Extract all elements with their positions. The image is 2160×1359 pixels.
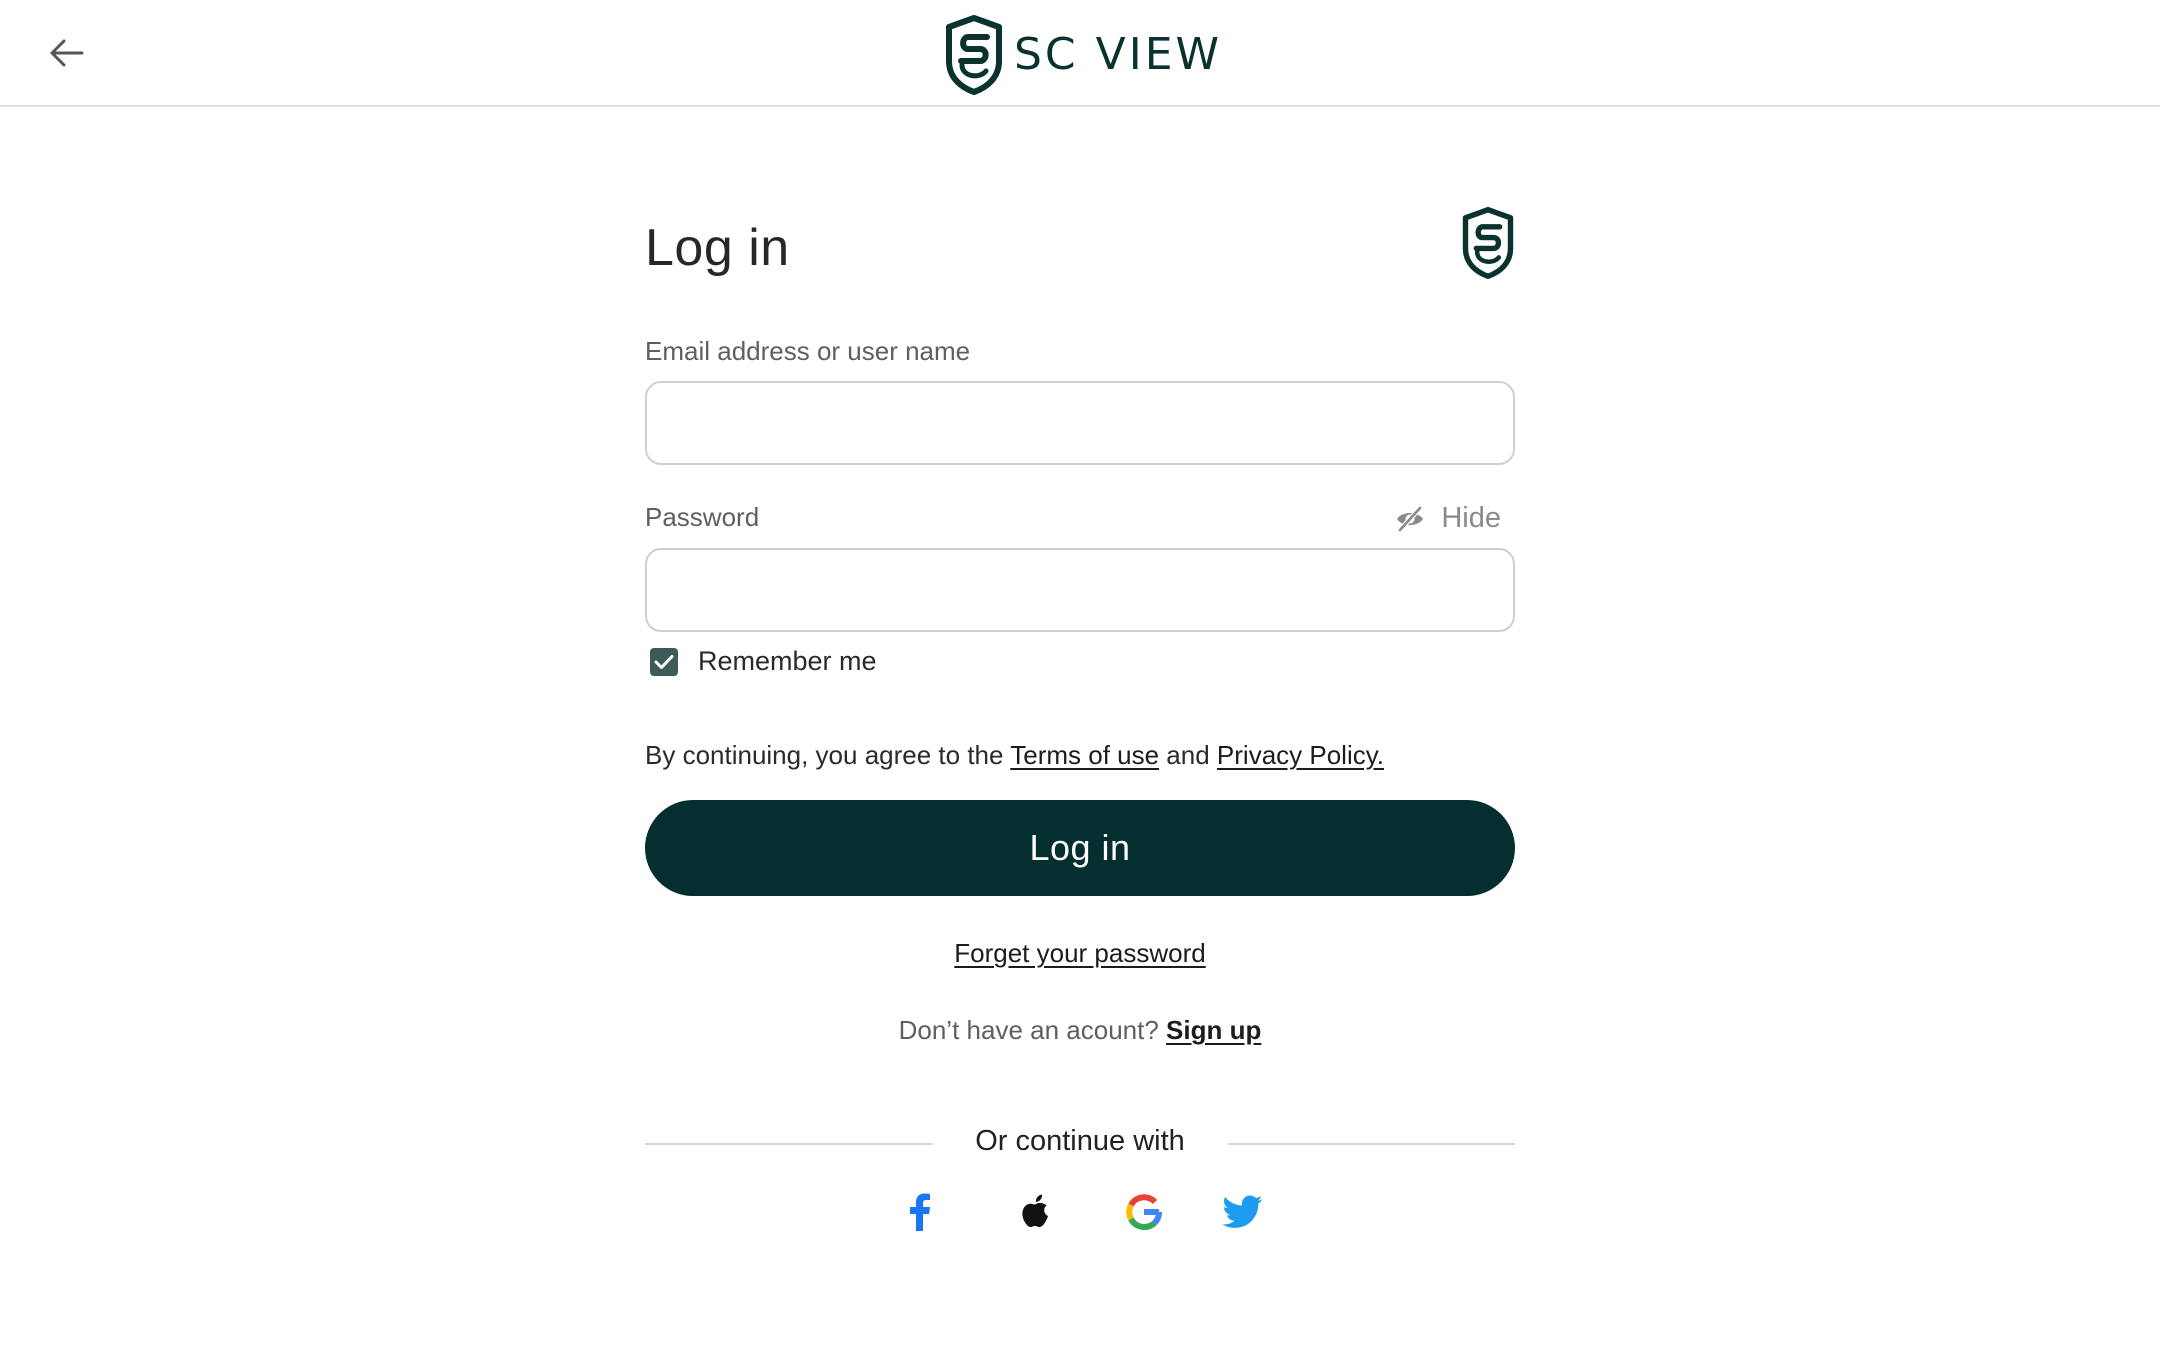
agree-prefix: By continuing, you agree to the bbox=[645, 740, 1004, 770]
brand: SC VIEW bbox=[944, 15, 1222, 95]
forgot-password-link[interactable]: Forget your password bbox=[954, 938, 1205, 968]
twitter-icon bbox=[1223, 1195, 1263, 1228]
twitter-login-button[interactable] bbox=[1221, 1190, 1265, 1234]
privacy-link[interactable]: Privacy Policy. bbox=[1217, 740, 1384, 770]
forgot-password-row: Forget your password bbox=[645, 938, 1515, 969]
apple-login-button[interactable] bbox=[1014, 1190, 1058, 1234]
facebook-login-button[interactable] bbox=[898, 1190, 942, 1234]
password-label: Password bbox=[645, 502, 760, 532]
login-card: Log in Email address or user name Passwo… bbox=[645, 200, 1515, 1260]
arrow-left-icon bbox=[50, 39, 84, 67]
shield-logo-icon bbox=[946, 15, 1002, 95]
terms-agreement: By continuing, you agree to the Terms of… bbox=[645, 740, 1384, 771]
agree-and: and bbox=[1166, 740, 1210, 770]
back-button[interactable] bbox=[46, 36, 86, 70]
checkmark-icon bbox=[654, 654, 674, 669]
page-title: Log in bbox=[645, 219, 790, 277]
brand-name: SC VIEW bbox=[1014, 29, 1223, 80]
top-header: SC VIEW bbox=[0, 0, 2160, 107]
facebook-icon bbox=[910, 1193, 930, 1231]
login-button[interactable]: Log in bbox=[645, 800, 1515, 896]
email-input[interactable] bbox=[645, 381, 1515, 465]
signup-link[interactable]: Sign up bbox=[1166, 1015, 1261, 1045]
remember-me[interactable]: Remember me bbox=[650, 646, 877, 677]
shield-logo-icon bbox=[1462, 207, 1514, 279]
apple-icon bbox=[1022, 1194, 1048, 1227]
no-account-text: Don’t have an acount? bbox=[898, 1015, 1159, 1045]
remember-label: Remember me bbox=[698, 646, 877, 676]
terms-link[interactable]: Terms of use bbox=[1010, 740, 1159, 770]
password-input[interactable] bbox=[645, 548, 1515, 632]
hide-label: Hide bbox=[1441, 502, 1501, 534]
email-label: Email address or user name bbox=[645, 336, 971, 366]
signup-row: Don’t have an acount? Sign up bbox=[645, 1015, 1515, 1046]
hide-password-toggle[interactable]: Hide bbox=[1395, 502, 1501, 535]
divider-right bbox=[1228, 1143, 1515, 1145]
remember-checkbox[interactable] bbox=[650, 647, 678, 676]
eye-off-icon bbox=[1397, 505, 1424, 532]
continue-with-text: Or continue with bbox=[975, 1125, 1185, 1157]
google-login-button[interactable] bbox=[1122, 1190, 1166, 1234]
google-icon bbox=[1126, 1194, 1162, 1230]
